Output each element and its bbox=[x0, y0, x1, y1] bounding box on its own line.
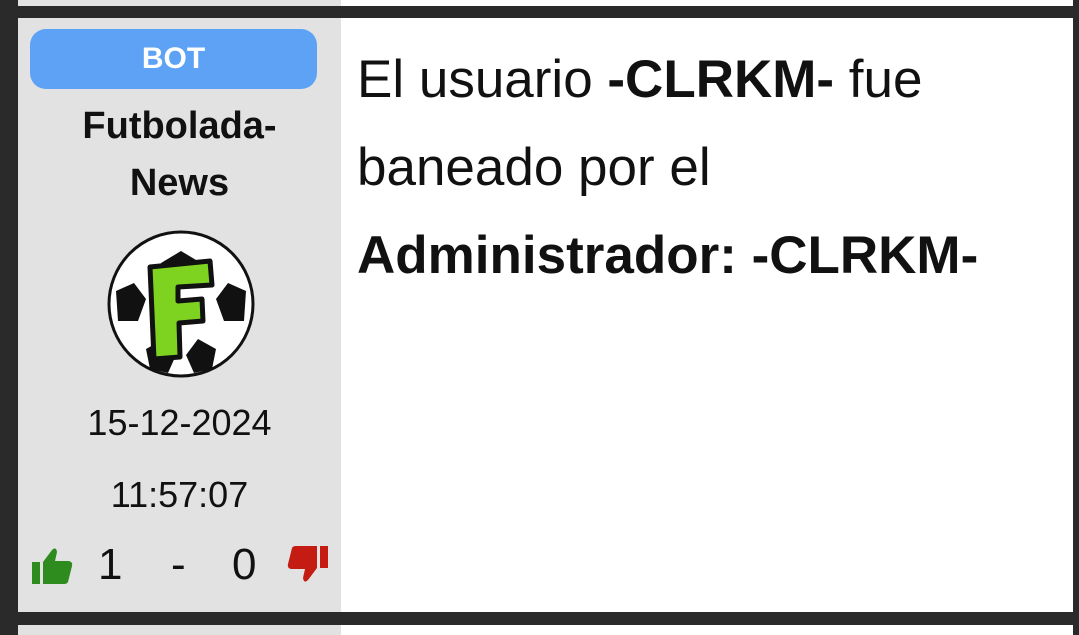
author-name[interactable]: Futbolada- News bbox=[48, 98, 311, 212]
next-post-edge bbox=[18, 625, 1073, 635]
vote-bar: 1 - 0 bbox=[26, 540, 336, 590]
dislike-count: 0 bbox=[232, 540, 257, 589]
post-time: 11:57:07 bbox=[110, 474, 249, 515]
post-card: BOT Futbolada- News F 15-12-2024 11:57:0… bbox=[18, 18, 1073, 612]
post-date: 15-12-2024 bbox=[87, 402, 272, 443]
author-name-line1: Futbolada- bbox=[82, 105, 277, 147]
vote-separator: - bbox=[171, 540, 186, 589]
like-count: 1 bbox=[98, 540, 123, 589]
banned-user-link[interactable]: -CLRKM- bbox=[607, 50, 834, 109]
author-name-line2: News bbox=[129, 162, 230, 204]
soccer-ball-letter-f-icon bbox=[107, 230, 255, 378]
admin-name[interactable]: Administrador: -CLRKM- bbox=[357, 226, 978, 285]
bot-badge: BOT bbox=[30, 29, 317, 89]
previous-post-edge bbox=[18, 0, 1073, 6]
post-message: El usuario -CLRKM- fue baneado por el Ad… bbox=[341, 18, 1073, 612]
avatar[interactable]: F bbox=[106, 229, 256, 379]
thumbs-down-icon[interactable] bbox=[286, 544, 330, 584]
thumbs-up-icon[interactable] bbox=[30, 546, 74, 586]
post-author-sidebar: BOT Futbolada- News F 15-12-2024 11:57:0… bbox=[18, 18, 341, 612]
message-text-1: El usuario bbox=[357, 50, 608, 109]
